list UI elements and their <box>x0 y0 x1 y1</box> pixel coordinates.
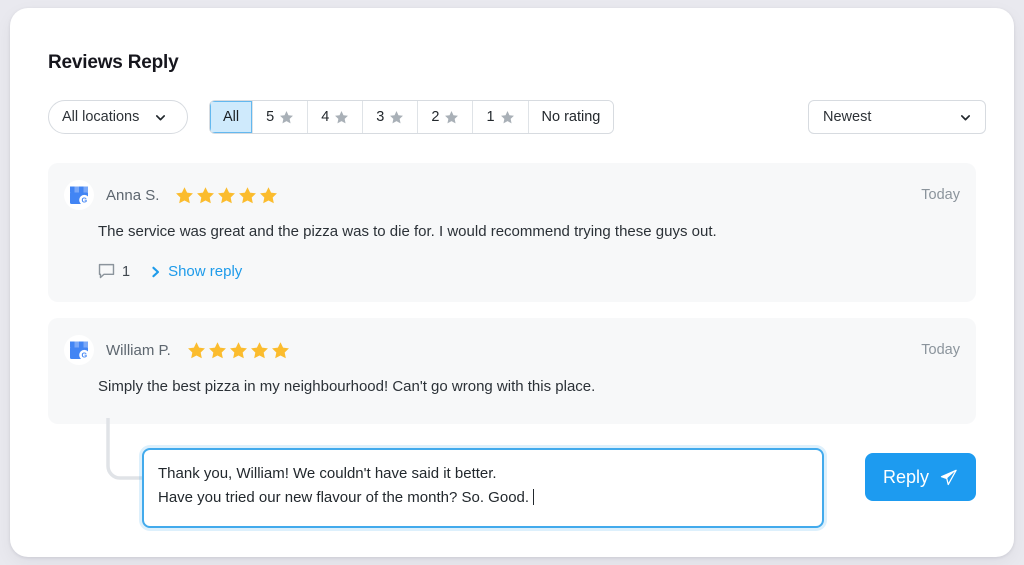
star-icon <box>445 110 459 123</box>
review-header: G Anna S. Today <box>64 179 960 211</box>
review-date: Today <box>921 342 960 358</box>
rating-filter-2-label: 2 <box>431 109 440 125</box>
chevron-down-icon <box>960 114 971 120</box>
star-icon <box>239 186 257 203</box>
reply-text-line-2-wrap: Have you tried our new flavour of the mo… <box>158 486 808 510</box>
review-header: G William P. Today <box>64 334 960 366</box>
svg-text:G: G <box>82 351 88 360</box>
review-author: William P. <box>106 341 171 359</box>
google-business-profile-icon: G <box>70 186 90 206</box>
review-footer: 1 Show reply <box>98 263 242 280</box>
rating-filter-4[interactable]: 4 <box>308 101 364 133</box>
star-icon <box>280 110 294 123</box>
rating-filter-no-rating[interactable]: No rating <box>528 101 614 133</box>
reply-text-line-2: Have you tried our new flavour of the mo… <box>158 489 530 507</box>
reply-button-label: Reply <box>882 466 929 487</box>
reply-count: 1 <box>122 263 131 280</box>
chevron-down-icon <box>156 114 166 120</box>
rating-filter-1-label: 1 <box>486 109 495 125</box>
rating-filter-2[interactable]: 2 <box>418 101 474 133</box>
star-icon <box>176 186 194 203</box>
review-rating-stars <box>187 341 290 360</box>
rating-filter-1[interactable]: 1 <box>473 101 529 133</box>
google-business-profile-icon: G <box>70 341 90 361</box>
star-icon <box>250 341 268 358</box>
comment-bubble-icon <box>98 263 115 279</box>
star-icon <box>229 341 247 358</box>
star-icon <box>197 186 215 203</box>
review-rating-stars <box>175 186 278 205</box>
filter-toolbar: All locations All 5 4 3 2 1 No rating Ne… <box>48 100 986 134</box>
rating-filter-all-label: All <box>223 109 240 125</box>
rating-filter-5-label: 5 <box>266 109 275 125</box>
page-title: Reviews Reply <box>48 52 179 73</box>
avatar: G <box>64 180 94 210</box>
locations-dropdown[interactable]: All locations <box>48 100 188 134</box>
show-reply-link[interactable]: Show reply <box>151 263 242 280</box>
rating-filter-4-label: 4 <box>321 109 330 125</box>
review-date: Today <box>921 187 960 203</box>
sort-dropdown-value: Newest <box>823 109 872 125</box>
show-reply-label: Show reply <box>168 263 243 280</box>
review-author: Anna S. <box>106 186 160 204</box>
sort-dropdown[interactable]: Newest <box>808 100 986 134</box>
avatar: G <box>64 335 94 365</box>
rating-filter-5[interactable]: 5 <box>253 101 309 133</box>
locations-dropdown-label: All locations <box>62 109 140 125</box>
star-icon <box>218 186 236 203</box>
star-icon <box>500 110 514 123</box>
star-icon <box>335 110 349 123</box>
star-icon <box>208 341 226 358</box>
review-card: G William P. Today Simply the best pizza… <box>48 318 976 424</box>
chevron-right-icon <box>152 266 160 277</box>
review-card: G Anna S. Today The service was great an… <box>48 163 976 302</box>
reply-text-line-1: Thank you, William! We couldn't have sai… <box>158 465 497 482</box>
rating-filter-all[interactable]: All <box>210 101 254 133</box>
reply-composer: Thank you, William! We couldn't have sai… <box>142 448 976 528</box>
reviews-reply-panel: Reviews Reply All locations All 5 4 3 2 … <box>10 8 1014 557</box>
rating-filter-3[interactable]: 3 <box>363 101 419 133</box>
star-icon <box>260 186 278 203</box>
review-text: The service was great and the pizza was … <box>98 223 717 240</box>
send-paper-plane-icon <box>940 469 957 485</box>
rating-filter-group: All 5 4 3 2 1 No rating <box>209 100 615 134</box>
star-icon <box>271 341 289 358</box>
text-cursor <box>533 489 535 506</box>
svg-text:G: G <box>82 196 88 205</box>
reply-button[interactable]: Reply <box>864 453 976 501</box>
star-icon <box>390 110 404 123</box>
reply-textarea[interactable]: Thank you, William! We couldn't have sai… <box>142 448 824 528</box>
star-icon <box>187 341 205 358</box>
rating-filter-no-rating-label: No rating <box>541 109 601 125</box>
review-text: Simply the best pizza in my neighbourhoo… <box>98 378 596 395</box>
rating-filter-3-label: 3 <box>376 109 385 125</box>
